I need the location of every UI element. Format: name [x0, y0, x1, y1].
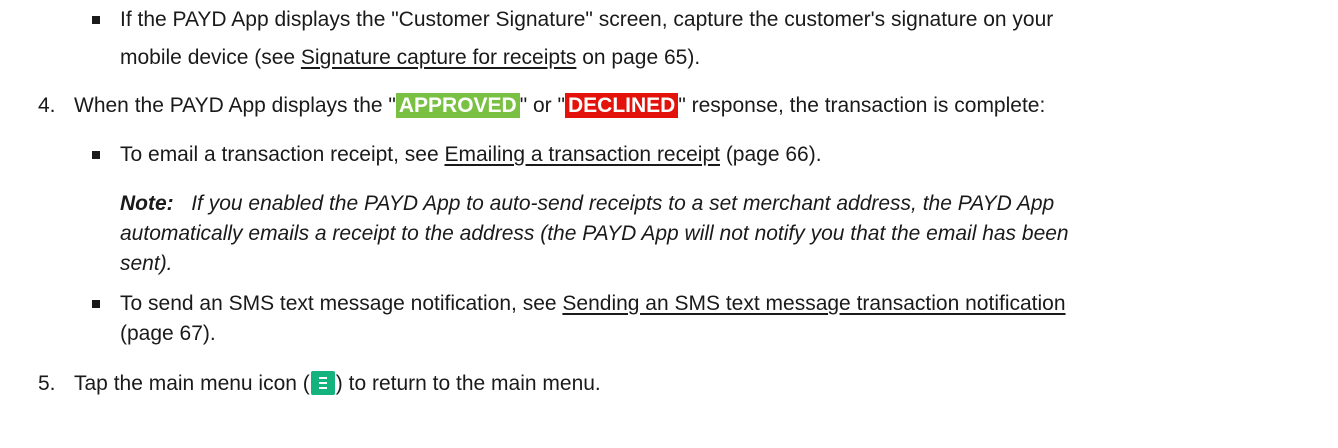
bullet-signature-line2: mobile device (see Signature capture for…: [120, 44, 700, 72]
text: mobile device (see: [120, 46, 301, 69]
bullet-signature-line1: If the PAYD App displays the "Customer S…: [120, 8, 1054, 31]
main-menu-icon: [310, 371, 335, 395]
text: " or ": [519, 94, 565, 117]
text: on page 65).: [576, 46, 701, 69]
declined-badge: DECLINED: [564, 93, 679, 118]
step-5-text: Tap the main menu icon ( ) to return to t…: [74, 370, 601, 398]
bullet-email-receipt: To email a transaction receipt, see Emai…: [120, 141, 822, 169]
email-receipt-link[interactable]: Emailing a transaction receipt: [445, 143, 720, 166]
note-line3: sent).: [120, 252, 173, 275]
text: When the PAYD App displays the ": [74, 94, 396, 117]
step-number-4: 4.: [38, 94, 56, 117]
text: Tap the main menu icon (: [74, 372, 310, 395]
bullet-marker: [92, 300, 100, 308]
text: ) to return to the main menu.: [335, 372, 601, 395]
document-page: { "b1": { "line1": "If the PAYD App disp…: [0, 0, 1338, 448]
text: To email a transaction receipt, see: [120, 143, 445, 166]
note-label: Note:: [120, 192, 174, 215]
bullet-sms-line1: To send an SMS text message notification…: [120, 290, 1066, 318]
text: To send an SMS text message notification…: [120, 292, 563, 315]
text: (page 66).: [719, 143, 822, 166]
step-4-text: When the PAYD App displays the " APPROVED…: [74, 92, 1045, 120]
text: If you enabled the PAYD App to auto-send…: [191, 192, 1055, 215]
note-line2: automatically emails a receipt to the ad…: [120, 222, 1069, 245]
note-line1: Note: If you enabled the PAYD App to aut…: [120, 190, 1054, 218]
text: " response, the transaction is complete:: [678, 94, 1046, 117]
approved-badge: APPROVED: [395, 93, 520, 118]
sms-notification-link[interactable]: Sending an SMS text message transaction …: [562, 292, 1065, 315]
signature-capture-link[interactable]: Signature capture for receipts: [301, 46, 576, 69]
bullet-marker: [92, 151, 100, 159]
bullet-marker: [92, 16, 100, 24]
bullet-sms-line2: (page 67).: [120, 322, 216, 345]
step-number-5: 5.: [38, 372, 56, 395]
